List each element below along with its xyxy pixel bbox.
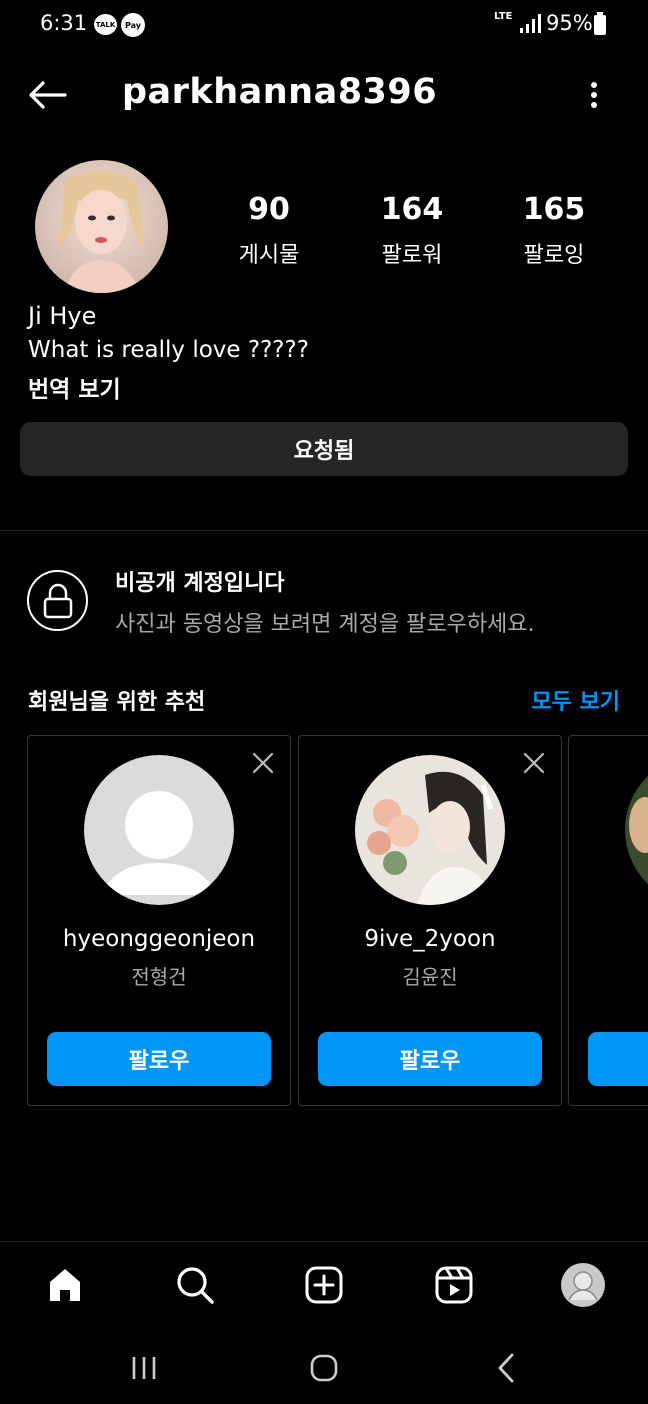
back-chevron-icon bbox=[498, 1353, 514, 1383]
suggestion-avatar[interactable] bbox=[355, 755, 505, 905]
requested-button[interactable]: 요청됨 bbox=[20, 422, 628, 476]
dismiss-button[interactable] bbox=[519, 748, 549, 778]
stat-label: 팔로워 bbox=[381, 243, 443, 268]
stat-value: 165 bbox=[522, 192, 586, 227]
default-avatar-icon bbox=[84, 755, 234, 905]
stat-value: 164 bbox=[380, 192, 444, 227]
suggestion-card[interactable]: 9ive_2yoon 김윤진 팔로우 bbox=[298, 735, 562, 1106]
suggestions-title: 회원님을 위한 추천 bbox=[28, 690, 206, 715]
suggestion-card[interactable] bbox=[568, 735, 648, 1106]
profile-photo bbox=[625, 755, 648, 905]
create-icon bbox=[305, 1266, 343, 1304]
follow-button[interactable]: 팔로우 bbox=[47, 1032, 271, 1086]
recents-icon bbox=[132, 1357, 156, 1379]
see-all-link[interactable]: 모두 보기 bbox=[531, 684, 620, 716]
system-nav bbox=[0, 1330, 648, 1404]
profile-name: Ji Hye bbox=[28, 302, 97, 330]
lock-icon bbox=[27, 570, 88, 631]
nav-home[interactable] bbox=[41, 1261, 89, 1309]
suggestion-fullname: 김윤진 bbox=[402, 965, 458, 989]
reels-icon bbox=[435, 1266, 473, 1304]
translate-link[interactable]: 번역 보기 bbox=[28, 370, 121, 404]
dismiss-button[interactable] bbox=[248, 748, 278, 778]
profile-bio: What is really love ????? bbox=[28, 337, 309, 363]
suggestion-avatar[interactable] bbox=[84, 755, 234, 905]
nav-profile[interactable] bbox=[559, 1261, 607, 1309]
stat-following[interactable]: 165 팔로잉 bbox=[484, 192, 624, 269]
section-divider bbox=[0, 530, 648, 531]
home-circle-icon bbox=[310, 1354, 338, 1382]
search-icon bbox=[177, 1267, 214, 1304]
profile-avatar bbox=[561, 1263, 605, 1307]
suggestion-card[interactable]: hyeonggeonjeon 전형건 팔로우 bbox=[27, 735, 291, 1106]
more-vertical-icon bbox=[591, 82, 597, 108]
stat-label: 팔로잉 bbox=[523, 243, 585, 268]
stat-followers[interactable]: 164 팔로워 bbox=[342, 192, 482, 269]
bottom-nav bbox=[0, 1243, 648, 1327]
home-icon bbox=[50, 1269, 80, 1301]
stat-label: 게시물 bbox=[238, 243, 300, 268]
stat-posts[interactable]: 90 게시물 bbox=[199, 192, 339, 269]
private-account-title: 비공개 계정입니다 bbox=[115, 571, 285, 596]
suggestion-fullname: 전형건 bbox=[131, 965, 187, 989]
follow-button[interactable] bbox=[588, 1032, 648, 1086]
battery-percent: 95% bbox=[546, 11, 593, 35]
signal-icon bbox=[520, 14, 541, 33]
more-options-button[interactable] bbox=[574, 72, 614, 118]
close-icon bbox=[523, 752, 545, 774]
follow-button[interactable]: 팔로우 bbox=[318, 1032, 542, 1086]
back-button[interactable] bbox=[22, 70, 72, 120]
profile-avatar[interactable] bbox=[35, 160, 168, 293]
nav-search[interactable] bbox=[171, 1261, 219, 1309]
stat-value: 90 bbox=[248, 192, 290, 227]
lte-icon: LTE bbox=[494, 11, 513, 22]
system-back-button[interactable] bbox=[486, 1348, 526, 1388]
nav-divider bbox=[0, 1241, 648, 1242]
pay-icon: Pay bbox=[121, 13, 145, 37]
private-account-description: 사진과 동영상을 보려면 계정을 팔로우하세요. bbox=[115, 612, 535, 637]
nav-reels[interactable] bbox=[430, 1261, 478, 1309]
nav-create[interactable] bbox=[300, 1261, 348, 1309]
suggestion-username: 9ive_2yoon bbox=[364, 926, 496, 952]
talk-icon: TALK bbox=[94, 14, 117, 35]
battery-icon bbox=[594, 12, 606, 35]
profile-photo bbox=[35, 160, 168, 293]
profile-photo bbox=[355, 755, 505, 905]
username-title: parkhanna8396 bbox=[122, 72, 438, 112]
suggestion-username: hyeonggeonjeon bbox=[62, 926, 256, 952]
home-button[interactable] bbox=[304, 1348, 344, 1388]
recents-button[interactable] bbox=[124, 1348, 164, 1388]
status-bar: 6:31 TALK Pay LTE 95% bbox=[0, 0, 648, 52]
status-time: 6:31 bbox=[40, 11, 88, 35]
close-icon bbox=[252, 752, 274, 774]
suggestion-avatar[interactable] bbox=[625, 755, 648, 905]
back-arrow-icon bbox=[29, 81, 67, 109]
profile-header: parkhanna8396 bbox=[0, 60, 648, 130]
